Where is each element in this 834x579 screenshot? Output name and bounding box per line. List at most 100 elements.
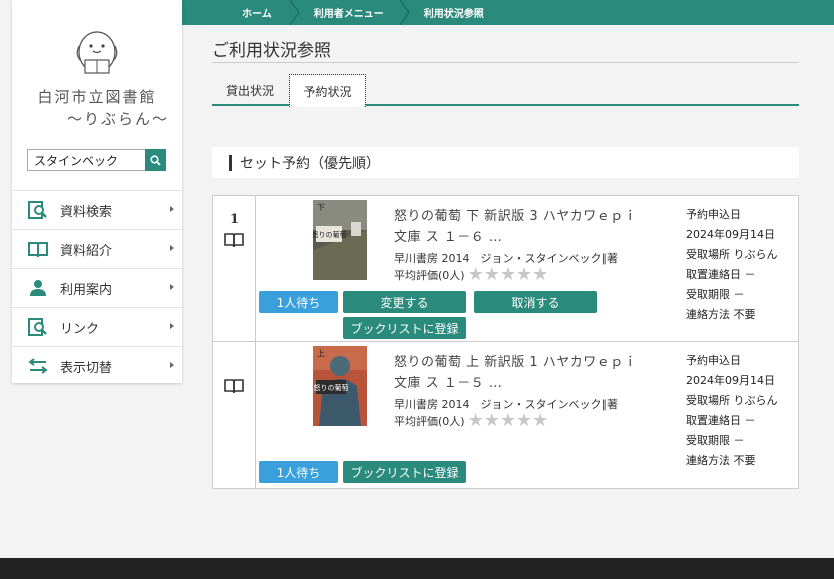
reservation-row: 1 怒りの葡萄 下 怒りの葡萄 下 新訳版 3 ハヤカワｅｐｉ文庫 ス １－６ … bbox=[213, 196, 798, 342]
detail-value: りぶらん bbox=[733, 248, 778, 261]
cancel-button[interactable]: 取消する bbox=[474, 291, 597, 313]
search-input[interactable] bbox=[27, 149, 145, 171]
star-icon[interactable]: ★ bbox=[468, 266, 484, 284]
search-doc-icon bbox=[28, 317, 48, 337]
rating-text: 平均評価(0人) bbox=[394, 415, 465, 428]
detail-row: 受取場所 りぶらん bbox=[686, 391, 798, 411]
cover-title-text: 怒りの葡萄 bbox=[314, 383, 349, 392]
rating-stars[interactable]: ★ ★ ★ ★ ★ bbox=[468, 412, 549, 430]
rating-stars[interactable]: ★ ★ ★ ★ ★ bbox=[468, 266, 549, 284]
cover-volume-text: 上 bbox=[317, 349, 325, 358]
detail-label: 予約申込日 bbox=[686, 354, 741, 367]
sidebar: 白河市立図書館 〜りぶらん〜 資料検索 資料紹介 bbox=[12, 0, 182, 383]
star-icon[interactable]: ★ bbox=[484, 266, 500, 284]
detail-value: 2024年09月14日 bbox=[686, 228, 775, 241]
detail-label: 受取場所 bbox=[686, 248, 730, 261]
star-icon[interactable]: ★ bbox=[516, 266, 532, 284]
breadcrumb-home[interactable]: ホーム bbox=[182, 0, 300, 25]
section-marker bbox=[229, 154, 232, 171]
rating-row: 平均評価(0人) ★ ★ ★ ★ ★ bbox=[394, 266, 548, 284]
sidebar-item-label: 利用案内 bbox=[60, 282, 113, 298]
detail-value: － bbox=[744, 414, 756, 427]
detail-value: － bbox=[744, 268, 756, 281]
breadcrumb-home-label[interactable]: ホーム bbox=[242, 5, 272, 20]
reservation-order-cell bbox=[213, 342, 256, 488]
star-icon[interactable]: ★ bbox=[500, 412, 516, 430]
detail-value: りぶらん bbox=[733, 394, 778, 407]
breadcrumb-user-menu[interactable]: 利用者メニュー bbox=[300, 0, 410, 25]
reservation-details: 予約申込日 2024年09月14日 受取場所 りぶらん 取置連絡日 － 受取期限… bbox=[686, 351, 798, 471]
chevron-right-icon bbox=[170, 284, 174, 290]
detail-label: 連絡方法 bbox=[686, 454, 730, 467]
star-icon[interactable]: ★ bbox=[532, 412, 548, 430]
open-book-icon bbox=[28, 239, 48, 259]
star-icon[interactable]: ★ bbox=[484, 412, 500, 430]
sidebar-item-guide[interactable]: 利用案内 bbox=[12, 268, 182, 307]
tab-reservation-status[interactable]: 予約状況 bbox=[289, 74, 366, 107]
detail-label: 受取期限 bbox=[686, 288, 730, 301]
status-tabs: 貸出状況 予約状況 bbox=[212, 74, 799, 107]
detail-label: 取置連絡日 bbox=[686, 414, 741, 427]
section-title: セット予約（優先順） bbox=[240, 155, 380, 172]
book-cover[interactable]: 怒りの葡萄 下 bbox=[313, 200, 367, 280]
detail-label: 受取期限 bbox=[686, 434, 730, 447]
sidebar-item-label: 資料検索 bbox=[60, 204, 113, 220]
breadcrumb-user-menu-label[interactable]: 利用者メニュー bbox=[314, 5, 384, 20]
cover-title-text: 怒りの葡萄 bbox=[313, 230, 347, 239]
detail-label: 受取場所 bbox=[686, 394, 730, 407]
detail-row: 受取期限 － bbox=[686, 285, 798, 305]
divider bbox=[212, 62, 799, 63]
detail-row: 予約申込日 2024年09月14日 bbox=[686, 205, 798, 245]
star-icon[interactable]: ★ bbox=[500, 266, 516, 284]
search-button[interactable] bbox=[145, 149, 166, 171]
chevron-right-icon bbox=[170, 362, 174, 368]
mascot-icon bbox=[76, 31, 118, 74]
sidebar-item-search[interactable]: 資料検索 bbox=[12, 190, 182, 229]
library-nickname: 〜りぶらん〜 bbox=[67, 110, 170, 128]
star-icon[interactable]: ★ bbox=[516, 412, 532, 430]
detail-value: － bbox=[733, 434, 745, 447]
library-logo[interactable]: 白河市立図書館 〜りぶらん〜 bbox=[12, 0, 182, 146]
cover-volume-text: 下 bbox=[317, 203, 325, 212]
wait-count-badge: 1人待ち bbox=[259, 291, 338, 313]
star-icon[interactable]: ★ bbox=[532, 266, 548, 284]
breadcrumb-current: 利用状況参照 bbox=[410, 0, 484, 25]
reservation-order-cell: 1 bbox=[213, 196, 256, 341]
sidebar-item-label: 資料紹介 bbox=[60, 243, 113, 259]
detail-label: 取置連絡日 bbox=[686, 268, 741, 281]
book-title-link[interactable]: 怒りの葡萄 上 新訳版 1 ハヤカワｅｐｉ文庫 ス １－５ … bbox=[394, 352, 650, 394]
priority-number: 1 bbox=[229, 212, 240, 227]
tab-loan-status[interactable]: 貸出状況 bbox=[212, 74, 288, 106]
detail-value: 2024年09月14日 bbox=[686, 374, 775, 387]
detail-value: 不要 bbox=[733, 454, 756, 467]
sidebar-item-display-switch[interactable]: 表示切替 bbox=[12, 346, 182, 385]
detail-value: － bbox=[733, 288, 745, 301]
reservation-list: 1 怒りの葡萄 下 怒りの葡萄 下 新訳版 3 ハヤカワｅｐｉ文庫 ス １－６ … bbox=[212, 195, 799, 489]
breadcrumb-separator-icon bbox=[289, 0, 300, 25]
book-icon bbox=[224, 379, 244, 393]
detail-row: 連絡方法 不要 bbox=[686, 451, 798, 471]
add-to-booklist-button[interactable]: ブックリストに登録 bbox=[343, 461, 466, 483]
reservation-details: 予約申込日 2024年09月14日 受取場所 りぶらん 取置連絡日 － 受取期限… bbox=[686, 205, 798, 325]
page-footer bbox=[0, 558, 834, 579]
sidebar-item-label: リンク bbox=[60, 321, 100, 337]
breadcrumb-current-label: 利用状況参照 bbox=[423, 9, 484, 20]
book-title-link[interactable]: 怒りの葡萄 下 新訳版 3 ハヤカワｅｐｉ文庫 ス １－６ … bbox=[394, 206, 650, 248]
search-doc-icon bbox=[28, 200, 48, 220]
detail-row: 受取場所 りぶらん bbox=[686, 245, 798, 265]
change-button[interactable]: 変更する bbox=[343, 291, 466, 313]
page-title: ご利用状況参照 bbox=[212, 41, 331, 61]
search-icon bbox=[150, 154, 161, 166]
reservation-row: 怒りの葡萄 上 怒りの葡萄 上 新訳版 1 ハヤカワｅｐｉ文庫 ス １－５ … … bbox=[213, 342, 798, 488]
sidebar-item-label: 表示切替 bbox=[60, 360, 113, 376]
sidebar-item-introduction[interactable]: 資料紹介 bbox=[12, 229, 182, 268]
person-icon bbox=[28, 278, 48, 298]
book-cover[interactable]: 怒りの葡萄 上 bbox=[313, 346, 367, 426]
detail-label: 予約申込日 bbox=[686, 208, 741, 221]
chevron-right-icon bbox=[170, 245, 174, 251]
detail-row: 取置連絡日 － bbox=[686, 411, 798, 431]
star-icon[interactable]: ★ bbox=[468, 412, 484, 430]
detail-row: 取置連絡日 － bbox=[686, 265, 798, 285]
add-to-booklist-button[interactable]: ブックリストに登録 bbox=[343, 317, 466, 339]
sidebar-item-links[interactable]: リンク bbox=[12, 307, 182, 346]
